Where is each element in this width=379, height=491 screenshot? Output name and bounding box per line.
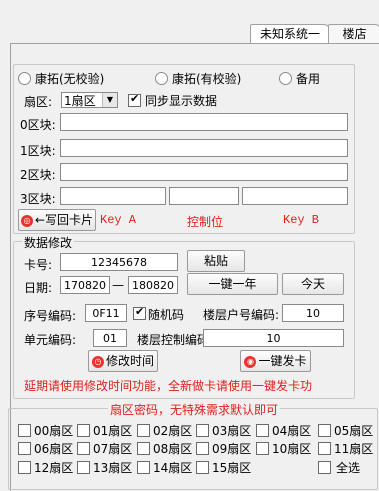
radio-kangtuo-check-label: 康拓(有校验) <box>172 72 242 86</box>
sector-checkbox-label: 12扇区 <box>34 461 74 475</box>
seq-input[interactable]: 0F11 <box>85 304 127 322</box>
tab-bar: 未知系统一 楼店 <box>0 0 379 44</box>
radio-kangtuo-check[interactable] <box>155 72 168 85</box>
sector-checkbox-label: 14扇区 <box>153 461 193 475</box>
sector-checkbox-label: 07扇区 <box>93 442 133 456</box>
block3-key-a-input[interactable] <box>60 187 166 205</box>
select-all-label: 全选 <box>336 461 361 475</box>
date-separator: — <box>112 278 124 292</box>
card-label: 卡号: <box>24 258 53 272</box>
radio-spare[interactable] <box>279 72 292 85</box>
sync-label: 同步显示数据 <box>145 94 218 108</box>
block2-input[interactable] <box>60 163 348 181</box>
tab-label: 未知系统一 <box>259 27 320 41</box>
sector-checkbox-label: 02扇区 <box>153 424 193 438</box>
unit-input[interactable]: 01 <box>93 329 127 347</box>
sector-checkbox[interactable] <box>77 442 90 455</box>
sector-checkbox[interactable] <box>18 461 31 474</box>
block3-label: 3区块: <box>20 192 56 206</box>
block0-label: 0区块: <box>20 118 56 132</box>
issue-card-button[interactable]: ◉ 一键发卡 <box>240 350 311 372</box>
random-checkbox[interactable] <box>133 305 146 320</box>
write-card-label: ←写回卡片 <box>34 213 94 227</box>
key-a-label: Key A <box>100 213 137 227</box>
sector-select[interactable]: 1扇区 ▼ <box>61 92 118 108</box>
block0-input[interactable] <box>60 113 348 131</box>
key-b-label: Key B <box>283 213 320 227</box>
today-button[interactable]: 今天 <box>282 273 344 295</box>
sector-checkbox-label: 00扇区 <box>34 424 74 438</box>
floor-ctrl-input[interactable]: 10 <box>203 329 344 347</box>
sector-checkbox-label: 04扇区 <box>272 424 312 438</box>
modify-title: 数据修改 <box>22 234 75 251</box>
modify-time-label: 修改时间 <box>105 354 154 368</box>
sector-checkbox-label: 08扇区 <box>153 442 193 456</box>
radio-kangtuo-no-check[interactable] <box>18 72 31 85</box>
sector-checkbox[interactable] <box>196 424 209 437</box>
sector-title: 扇区密码，无特殊需求默认即可 <box>108 401 281 418</box>
sector-checkbox[interactable] <box>256 442 269 455</box>
sector-checkbox-label: 01扇区 <box>93 424 133 438</box>
sector-checkbox-label: 11扇区 <box>334 442 374 456</box>
card-icon: ◉ <box>244 355 257 368</box>
sector-checkbox[interactable] <box>18 424 31 437</box>
floor-room-input[interactable]: 10 <box>282 304 344 322</box>
sector-checkbox[interactable] <box>77 424 90 437</box>
hint-text: 延期请使用修改时间功能，全新做卡请使用一键发卡功 <box>24 379 313 393</box>
radio-kangtuo-no-check-label: 康拓(无校验) <box>35 72 105 86</box>
sector-label: 扇区: <box>24 95 53 109</box>
sector-checkbox-label: 13扇区 <box>93 461 133 475</box>
modify-time-button[interactable]: ◷ 修改时间 <box>88 350 158 372</box>
sector-checkbox[interactable] <box>256 424 269 437</box>
tab-unknown-system[interactable]: 未知系统一 <box>250 24 330 44</box>
card-input[interactable]: 12345678 <box>60 253 178 271</box>
sector-checkbox-label: 15扇区 <box>212 461 252 475</box>
write-icon: ◎ <box>20 214 33 227</box>
select-all-checkbox[interactable] <box>318 461 331 474</box>
sector-checkbox[interactable] <box>18 442 31 455</box>
floor-room-label: 楼层户号编码: <box>203 308 280 322</box>
sector-checkbox[interactable] <box>196 442 209 455</box>
sector-checkbox[interactable] <box>318 442 331 455</box>
date-to-input[interactable]: 180820 <box>128 276 178 294</box>
block1-input[interactable] <box>60 139 348 157</box>
date-from-input[interactable]: 170820 <box>60 276 110 294</box>
paste-button[interactable]: 粘贴 <box>187 250 245 272</box>
sector-checkbox[interactable] <box>137 424 150 437</box>
sector-checkbox[interactable] <box>77 461 90 474</box>
sector-checkbox[interactable] <box>318 424 331 437</box>
issue-card-label: 一键发卡 <box>258 354 307 368</box>
sector-checkbox-label: 05扇区 <box>334 424 374 438</box>
sector-checkbox[interactable] <box>196 461 209 474</box>
sync-checkbox[interactable] <box>128 92 141 107</box>
floor-ctrl-label: 楼层控制编码: <box>137 333 214 347</box>
sector-checkbox-label: 06扇区 <box>34 442 74 456</box>
sector-checkbox[interactable] <box>137 461 150 474</box>
radio-spare-label: 备用 <box>296 72 321 86</box>
random-label: 随机码 <box>148 308 185 322</box>
write-card-button[interactable]: ◎ ←写回卡片 <box>18 209 96 231</box>
control-label: 控制位 <box>187 215 224 229</box>
sector-checkbox-label: 10扇区 <box>272 442 312 456</box>
sector-select-value: 1扇区 <box>64 94 96 108</box>
tab-lou[interactable]: 楼店 <box>328 24 379 44</box>
tab-label: 楼店 <box>342 27 367 41</box>
clock-icon: ◷ <box>91 355 104 368</box>
seq-label: 序号编码: <box>24 309 77 323</box>
block3-control-input[interactable] <box>169 187 239 205</box>
sector-checkbox-label: 09扇区 <box>212 442 252 456</box>
one-year-button[interactable]: 一键一年 <box>187 273 278 295</box>
chevron-down-icon: ▼ <box>102 93 117 107</box>
block2-label: 2区块: <box>20 168 56 182</box>
date-label: 日期: <box>24 281 53 295</box>
sector-checkbox-label: 03扇区 <box>212 424 252 438</box>
sector-checkbox[interactable] <box>137 442 150 455</box>
block3-key-b-input[interactable] <box>242 187 348 205</box>
block1-label: 1区块: <box>20 144 56 158</box>
unit-label: 单元编码: <box>24 333 77 347</box>
